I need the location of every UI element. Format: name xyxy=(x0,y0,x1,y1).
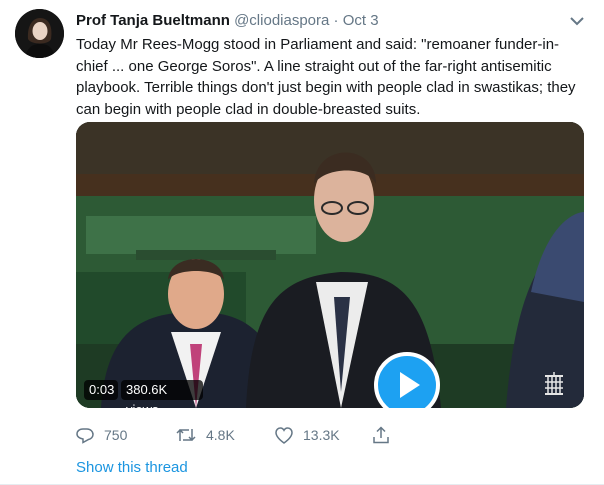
parliament-portcullis-icon xyxy=(542,372,566,403)
reply-button[interactable]: 750 xyxy=(76,424,127,446)
display-name[interactable]: Prof Tanja Bueltmann xyxy=(76,12,230,29)
video-player[interactable]: 0:03 380.6K views xyxy=(76,122,584,408)
show-thread-link[interactable]: Show this thread xyxy=(76,459,188,476)
tweet-date[interactable]: Oct 3 xyxy=(343,12,379,29)
play-button[interactable] xyxy=(374,352,440,408)
tweet-text: Today Mr Rees-Mogg stood in Parliament a… xyxy=(76,36,576,118)
retweet-icon xyxy=(176,428,196,442)
tweet-header: Prof Tanja Bueltmann @cliodiaspora · Oct… xyxy=(76,11,379,31)
reply-count: 750 xyxy=(104,427,128,443)
share-button[interactable] xyxy=(373,424,399,446)
video-thumbnail xyxy=(76,122,584,408)
like-count: 13.3K xyxy=(303,427,340,443)
tweet[interactable]: Prof Tanja Bueltmann @cliodiaspora · Oct… xyxy=(0,0,604,485)
video-duration: 0:03 xyxy=(84,380,118,400)
chevron-down-icon[interactable] xyxy=(566,10,588,32)
like-icon xyxy=(275,426,293,444)
play-icon xyxy=(400,372,420,398)
user-handle[interactable]: @cliodiaspora xyxy=(234,12,329,29)
retweet-count: 4.8K xyxy=(206,427,235,443)
share-icon xyxy=(373,426,389,444)
retweet-button[interactable]: 4.8K xyxy=(176,424,235,446)
separator-dot: · xyxy=(333,12,339,29)
tweet-actions: 750 4.8K 13.3K xyxy=(76,424,406,446)
video-views: 380.6K views xyxy=(121,380,203,408)
reply-icon xyxy=(76,428,94,444)
like-button[interactable]: 13.3K xyxy=(275,424,340,446)
avatar[interactable] xyxy=(15,9,64,58)
